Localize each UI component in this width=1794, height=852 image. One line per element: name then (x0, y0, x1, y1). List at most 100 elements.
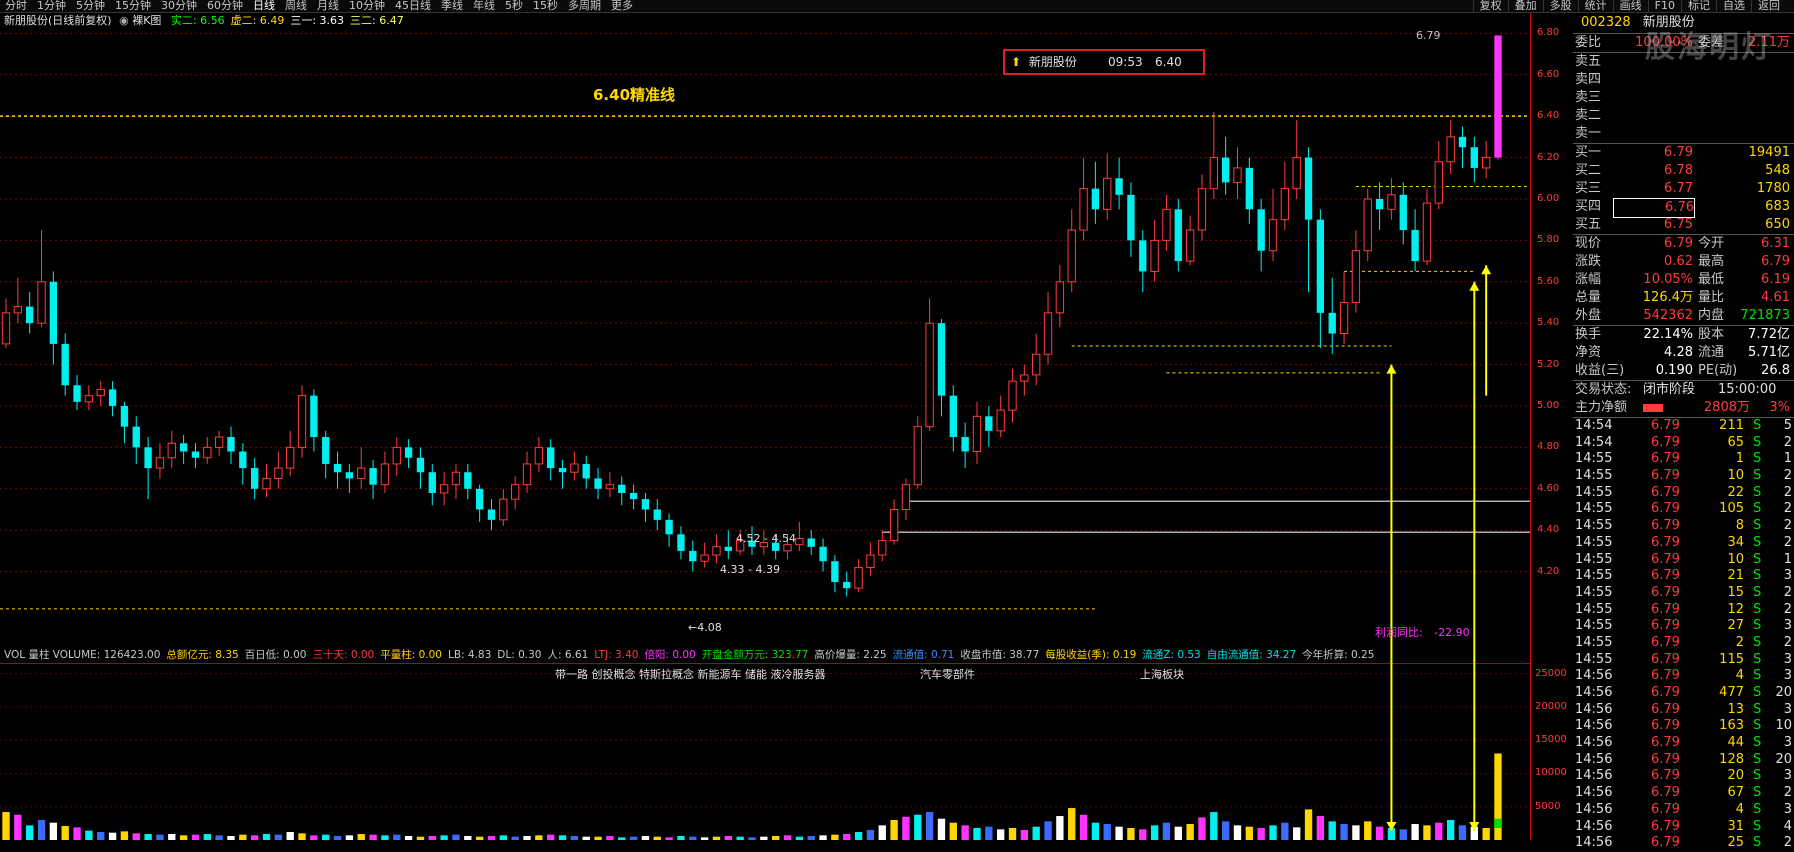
tick-side: S (1753, 718, 1762, 734)
concept-tag[interactable]: 上海板块 (1140, 666, 1184, 682)
candle (404, 439, 413, 469)
volume-bar (925, 812, 934, 840)
tool-menu-item[interactable]: 画线 (1612, 0, 1648, 12)
tick-time: 14:55 (1575, 568, 1613, 584)
candle (1245, 157, 1254, 224)
price-tick: 4.60 (1537, 482, 1560, 494)
period-tab[interactable]: 1分钟 (32, 0, 71, 12)
buy-price: 6.76 (1613, 198, 1695, 218)
buy-level[interactable]: 买二 6.78 548 (1573, 162, 1794, 180)
sell-level[interactable]: 卖一 (1573, 125, 1794, 143)
period-tab[interactable]: 15秒 (528, 0, 563, 12)
tick-volume: 21 (1727, 568, 1744, 584)
volume-bar (1221, 821, 1230, 840)
candle (1399, 182, 1407, 245)
period-toolbar: 分时 1分钟 5分钟 15分钟 30分钟 60分钟 日线 周线 月线 10分钟 45日线 季线 年线 5秒… (0, 0, 1794, 13)
candle (641, 492, 650, 522)
period-tab[interactable]: 日线 (248, 0, 280, 12)
stat-label: 流通 (1698, 345, 1725, 360)
volume-bar (2, 812, 10, 840)
candle (807, 530, 815, 556)
period-tab[interactable]: 多周期 (563, 0, 606, 12)
volume-bar (393, 834, 401, 840)
tick-volume: 477 (1719, 685, 1744, 700)
concept-tag[interactable]: 带一路 创投概念 特斯拉概念 新能源车 储能 液冷服务器 (555, 666, 825, 682)
candle (1174, 198, 1182, 272)
candle (439, 472, 449, 506)
range-upper-label: 4.52 - 4.54 (736, 532, 796, 545)
candle (665, 513, 673, 547)
checkbox-icon[interactable]: ◉ (119, 14, 129, 27)
concept-tag[interactable]: 汽车零部件 (920, 666, 975, 682)
volume-bar (1008, 828, 1017, 840)
tick-time: 14:55 (1575, 551, 1613, 567)
volume-bar (1446, 820, 1455, 840)
tick-row: 14:56 6.79 4 S 3 (1573, 668, 1794, 685)
buy-label: 买三 (1575, 181, 1602, 196)
volume-bar (345, 835, 354, 840)
main-net-label: 主力净额 (1575, 400, 1628, 415)
alert-popup[interactable]: ⬆ 新朋股份 09:53 6.40 (1003, 49, 1205, 75)
candle (618, 476, 626, 506)
volume-bar (570, 836, 579, 840)
sell-level[interactable]: 卖三 (1573, 89, 1794, 107)
profit-yoy: 利润同比: -22.90 (1375, 624, 1470, 640)
tick-count: 1 (1783, 451, 1792, 467)
volume-chart[interactable] (0, 663, 1530, 840)
period-tab[interactable]: 月线 (312, 0, 344, 12)
period-tab[interactable]: 5分钟 (71, 0, 110, 12)
period-tab[interactable]: 年线 (468, 0, 500, 12)
price-tick: 5.00 (1537, 399, 1560, 411)
period-tab[interactable]: 周线 (280, 0, 312, 12)
period-tab[interactable]: 60分钟 (202, 0, 248, 12)
period-tab[interactable]: 分时 (0, 0, 32, 12)
buy-level[interactable]: 买一 6.79 19491 (1573, 144, 1794, 162)
concept-tags: 带一路 创投概念 特斯拉概念 新能源车 储能 液冷服务器 汽车零部件 上海板块 (0, 666, 1530, 682)
tick-row: 14:56 6.79 25 S 2 (1573, 835, 1794, 852)
vol-indicator: VOL 量柱 VOLUME: 126423.00 (4, 649, 161, 661)
period-tab[interactable]: 季线 (436, 0, 468, 12)
tool-menu-item[interactable]: 自选 (1716, 0, 1751, 12)
tool-menu-item[interactable]: F10 (1647, 0, 1681, 12)
candle (1446, 120, 1455, 175)
tool-menu-item[interactable]: 叠加 (1507, 0, 1543, 12)
main-net-row[interactable]: 主力净额 2808万 3% (1573, 399, 1794, 417)
buy-level[interactable]: 买三 6.77 1780 (1573, 180, 1794, 198)
tool-menu-item[interactable]: 多股 (1542, 0, 1578, 12)
period-tab[interactable]: 30分钟 (156, 0, 202, 12)
chart-mode[interactable]: 裸K图 (132, 14, 161, 27)
tool-menu-item[interactable]: 统计 (1577, 0, 1613, 12)
stat-label: PE(动) (1698, 363, 1738, 378)
sell-level[interactable]: 卖四 (1573, 71, 1794, 89)
share-stat-row: 收益(三) 0.190 PE(动) 26.8 (1573, 362, 1794, 380)
tick-volume: 10 (1727, 551, 1744, 567)
stat-label: 总量 (1575, 290, 1602, 305)
price-stats: 现价 6.79 今开 6.31 涨跌 0.62 最高 6.79 涨幅 10.05% 最低 6.19 总量… (1573, 234, 1794, 325)
stat-value: 6.19 (1761, 272, 1790, 287)
tick-time: 14:56 (1575, 785, 1613, 801)
buy-level[interactable]: 买四 6.76 683 (1573, 198, 1794, 218)
tool-menu-item[interactable]: 标记 (1681, 0, 1716, 12)
tool-menu-item[interactable]: 复权 (1472, 0, 1508, 12)
tick-row: 14:56 6.79 13 S 3 (1573, 702, 1794, 719)
volume-header: VOL 量柱 VOLUME: 126423.00 总额亿元: 8.35 百日低: 0… (4, 649, 1524, 662)
period-tab[interactable]: 15分钟 (110, 0, 156, 12)
candle (558, 459, 567, 489)
buy-level[interactable]: 买五 6.75 650 (1573, 216, 1794, 234)
period-tab[interactable]: 5秒 (500, 0, 528, 12)
stat-label: 内盘 (1698, 308, 1725, 323)
tick-count: 2 (1783, 501, 1792, 517)
sell-level[interactable]: 卖二 (1573, 107, 1794, 125)
arrow-head (1386, 364, 1397, 374)
period-tab[interactable]: 10分钟 (344, 0, 390, 12)
candle (26, 292, 34, 334)
period-tab[interactable]: 45日线 (390, 0, 436, 12)
period-tab[interactable]: 更多 (606, 0, 638, 12)
stat-row: 涨跌 0.62 最高 6.79 (1573, 253, 1794, 271)
tool-menu-item[interactable]: 返回 (1751, 0, 1786, 12)
candle (1292, 120, 1301, 199)
candle (144, 437, 152, 500)
tick-list[interactable]: 14:54 6.79 211 S 5 14:54 6.79 65 S 2 14:55 6.79 1 S 1 1… (1573, 417, 1794, 852)
tick-count: 2 (1783, 785, 1792, 801)
tick-time: 14:55 (1575, 501, 1613, 517)
